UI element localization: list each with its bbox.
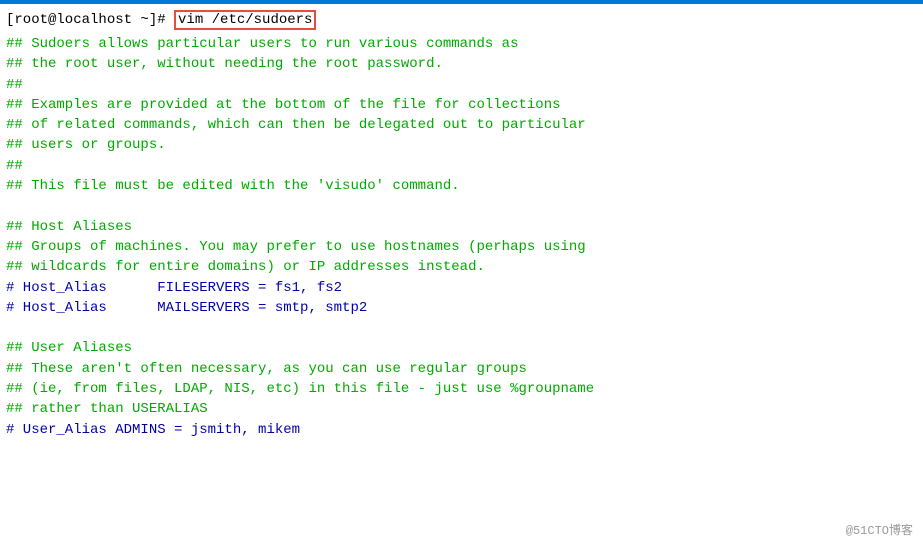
content-line: ## Sudoers allows particular users to ru…	[6, 34, 917, 54]
content-line: ## users or groups.	[6, 135, 917, 155]
content-line: ##	[6, 75, 917, 95]
prompt: [root@localhost ~]#	[6, 12, 174, 28]
content-line: ## These aren't often necessary, as you …	[6, 359, 917, 379]
command-line: [root@localhost ~]# vim /etc/sudoers	[6, 10, 917, 30]
content-line: ## the root user, without needing the ro…	[6, 54, 917, 74]
content-line: ## (ie, from files, LDAP, NIS, etc) in t…	[6, 379, 917, 399]
command-box: vim /etc/sudoers	[174, 10, 316, 30]
content-line: ## of related commands, which can then b…	[6, 115, 917, 135]
content-line: ## Host Aliases	[6, 217, 917, 237]
content-line	[6, 318, 917, 338]
content-line: # Host_Alias FILESERVERS = fs1, fs2	[6, 278, 917, 298]
content-line: ## Examples are provided at the bottom o…	[6, 95, 917, 115]
content-line	[6, 196, 917, 216]
content-line: ##	[6, 156, 917, 176]
top-bar	[0, 0, 923, 4]
file-content: ## Sudoers allows particular users to ru…	[6, 34, 917, 440]
content-line: ## User Aliases	[6, 338, 917, 358]
content-line: ## rather than USERALIAS	[6, 399, 917, 419]
content-line: ## wildcards for entire domains) or IP a…	[6, 257, 917, 277]
watermark: @51CTO博客	[846, 521, 913, 538]
content-line: ## Groups of machines. You may prefer to…	[6, 237, 917, 257]
content-line: ## This file must be edited with the 'vi…	[6, 176, 917, 196]
command-text: vim /etc/sudoers	[178, 12, 312, 28]
content-line: # User_Alias ADMINS = jsmith, mikem	[6, 420, 917, 440]
content-line: # Host_Alias MAILSERVERS = smtp, smtp2	[6, 298, 917, 318]
terminal-window: [root@localhost ~]# vim /etc/sudoers ## …	[0, 0, 923, 546]
